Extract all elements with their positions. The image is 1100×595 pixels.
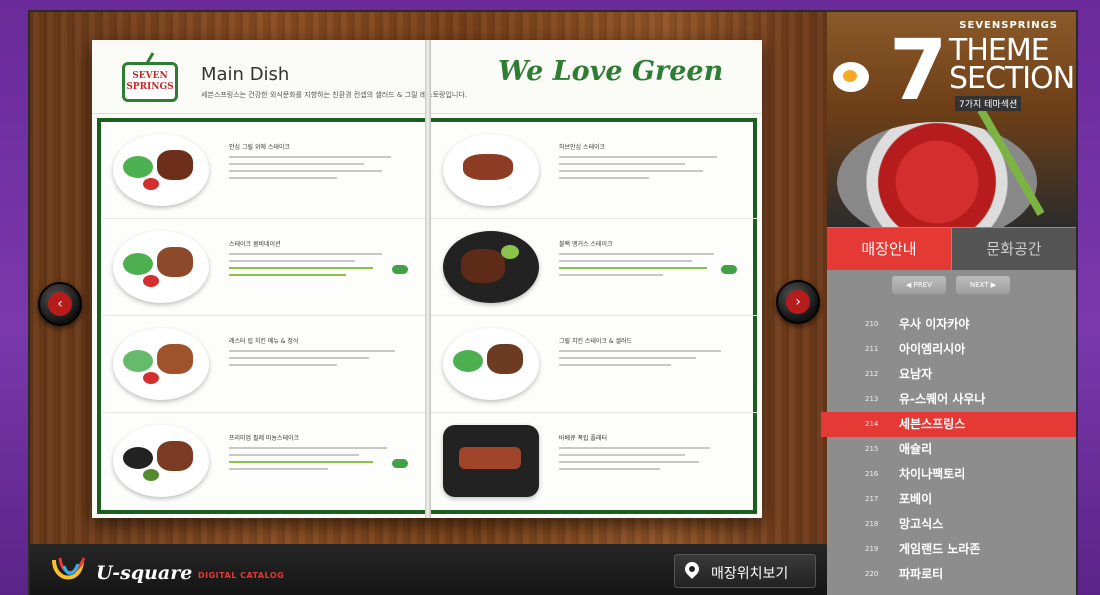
- promo-tag: 7가지 테마섹션: [955, 96, 1022, 111]
- menu-item[interactable]: 허브안심 스테이크: [431, 122, 757, 219]
- store-location-label: 매장위치보기: [711, 566, 789, 582]
- dish-photo: [443, 134, 539, 206]
- menu-item-name: 스테이크 콤비네이션: [229, 241, 281, 248]
- next-button[interactable]: NEXT ▶: [956, 276, 1010, 294]
- store-name: 애슐리: [899, 442, 933, 456]
- promo-number: 7: [889, 21, 948, 119]
- menu-item[interactable]: 프리미엄 필레 미뇽스테이크: [101, 413, 428, 510]
- menu-item[interactable]: 레스터 립 치킨 메뉴 & 정식: [101, 316, 428, 413]
- store-item[interactable]: 213 유-스퀘어 사우나: [827, 387, 1076, 412]
- chevron-right-icon: ›: [786, 290, 810, 314]
- next-label: NEXT: [969, 281, 989, 289]
- store-number: 220: [865, 570, 879, 578]
- seven-springs-logo: SEVEN SPRINGS: [118, 52, 180, 104]
- store-item[interactable]: 220 파파로티: [827, 562, 1076, 587]
- store-number: 217: [865, 495, 879, 503]
- store-item-selected[interactable]: 214 세븐스프링스: [821, 412, 1076, 437]
- menu-item-name: 레스터 립 치킨 메뉴 & 정식: [229, 338, 299, 345]
- sidebar-tabs: 매장안내 문화공간: [827, 228, 1076, 270]
- store-name: 우사 이자카야: [899, 317, 970, 331]
- promo-brand: SEVENSPRINGS: [959, 20, 1058, 31]
- dish-photo: [113, 134, 209, 206]
- headline: We Love Green: [498, 56, 724, 87]
- dish-photo: [443, 231, 539, 303]
- logo-text: SEVEN SPRINGS: [126, 71, 174, 92]
- menu-item-name: 안심 그릴 위에 스테이크: [229, 144, 290, 151]
- dish-photo: [443, 425, 539, 497]
- store-number: 216: [865, 470, 879, 478]
- store-location-button[interactable]: 매장위치보기: [674, 554, 816, 588]
- new-badge: [392, 459, 408, 468]
- store-item[interactable]: 217 포베이: [827, 487, 1076, 512]
- menu-item[interactable]: 그릴 치킨 스테이크 & 샐러드: [431, 316, 757, 413]
- food-bowl-image: [837, 122, 1037, 227]
- store-number: 213: [865, 395, 879, 403]
- book-spine: [425, 40, 431, 518]
- page-title: Main Dish: [201, 64, 290, 85]
- menu-item-name: 프리미엄 필레 미뇽스테이크: [229, 435, 300, 442]
- store-item[interactable]: 212 요남자: [827, 362, 1076, 387]
- previous-page-button[interactable]: ‹: [38, 282, 82, 326]
- brand-name: U-square: [96, 562, 193, 584]
- egg-image: [833, 62, 869, 92]
- store-item[interactable]: 216 차이나팩토리: [827, 462, 1076, 487]
- new-badge: [721, 265, 737, 274]
- prev-label: PREV: [913, 281, 932, 289]
- dish-photo: [113, 231, 209, 303]
- store-number: 219: [865, 545, 879, 553]
- menu-item-name: 바베큐 폭립 플래터: [559, 435, 607, 442]
- store-item[interactable]: 210 우사 이자카야: [827, 312, 1076, 337]
- menu-item-name: 블랙 앵거스 스테이크: [559, 241, 613, 248]
- chevron-left-icon: ‹: [48, 292, 72, 316]
- tab-store-guide[interactable]: 매장안내: [827, 228, 951, 270]
- store-name: 차이나팩토리: [899, 467, 966, 481]
- store-name: 요남자: [899, 367, 933, 381]
- dish-photo: [443, 328, 539, 400]
- store-name: 게임랜드 노라존: [899, 542, 981, 556]
- new-badge: [392, 265, 408, 274]
- list-pager: ◀ PREV NEXT ▶: [892, 276, 1022, 296]
- store-name: 파파로티: [899, 567, 944, 581]
- theme-section-banner[interactable]: SEVENSPRINGS 7 THEME SECTION 7가지 테마섹션: [827, 12, 1076, 227]
- store-name: 아이엠리시아: [899, 342, 966, 356]
- tab-culture-space[interactable]: 문화공간: [952, 228, 1076, 270]
- store-name: 포베이: [899, 492, 933, 506]
- map-pin-icon: [682, 559, 702, 579]
- store-number: 218: [865, 520, 879, 528]
- store-item[interactable]: 215 애슐리: [827, 437, 1076, 462]
- menu-item[interactable]: 블랙 앵거스 스테이크: [431, 219, 757, 316]
- store-name: 세븐스프링스: [899, 417, 966, 431]
- store-list: 210 우사 이자카야 211 아이엠리시아 212 요남자 213 유-스퀘어 사우나…: [821, 312, 1076, 587]
- store-number: 212: [865, 370, 879, 378]
- store-number: 215: [865, 445, 879, 453]
- next-page-button[interactable]: ›: [776, 280, 820, 324]
- store-item[interactable]: 211 아이엠리시아: [827, 337, 1076, 362]
- store-number: 214: [865, 420, 879, 428]
- dish-photo: [113, 328, 209, 400]
- store-item[interactable]: 219 게임랜드 노라존: [827, 537, 1076, 562]
- store-name: 망고식스: [899, 517, 944, 531]
- store-number: 211: [865, 345, 879, 353]
- promo-line2: SECTION: [949, 61, 1075, 96]
- prev-button[interactable]: ◀ PREV: [892, 276, 946, 294]
- menu-item[interactable]: 바베큐 폭립 플래터: [431, 413, 757, 510]
- catalog-label: DIGITAL CATALOG: [198, 571, 285, 580]
- u-square-logo-icon: [52, 557, 86, 580]
- menu-item-name: 그릴 치킨 스테이크 & 샐러드: [559, 338, 633, 345]
- dish-photo: [113, 425, 209, 497]
- store-number: 210: [865, 320, 879, 328]
- store-name: 유-스퀘어 사우나: [899, 392, 986, 406]
- menu-item[interactable]: 스테이크 콤비네이션: [101, 219, 428, 316]
- store-item[interactable]: 218 망고식스: [827, 512, 1076, 537]
- menu-item-name: 허브안심 스테이크: [559, 144, 606, 151]
- menu-item[interactable]: 안심 그릴 위에 스테이크: [101, 122, 428, 219]
